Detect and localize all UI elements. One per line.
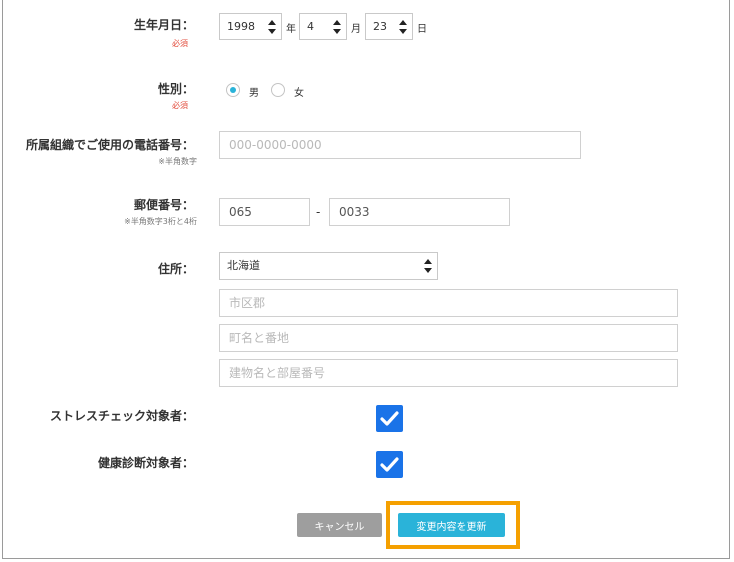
stress-check-label: ストレスチェック対象者： xyxy=(49,409,194,423)
address-label: 住所： xyxy=(157,262,194,276)
city-input[interactable] xyxy=(219,289,678,317)
birth-month-value: 4 xyxy=(307,20,314,33)
update-button[interactable]: 変更内容を更新 xyxy=(398,513,505,537)
gender-required: 必須 xyxy=(172,101,188,110)
birth-month-select[interactable]: 4 xyxy=(299,13,347,40)
postal-note: ※半角数字3桁と4桁 xyxy=(124,217,197,226)
phone-label: 所属組織でご使用の電話番号： xyxy=(25,138,194,152)
checkmark-icon xyxy=(380,457,399,472)
birthdate-label: 生年月日： xyxy=(133,18,194,32)
birth-day-value: 23 xyxy=(373,20,387,33)
month-unit: 月 xyxy=(351,24,361,35)
postal-code-part2-input[interactable] xyxy=(329,198,510,226)
select-arrows-icon xyxy=(399,20,407,34)
gender-radio-male[interactable] xyxy=(226,83,240,97)
birthdate-required: 必須 xyxy=(172,39,188,48)
gender-label-male: 男 xyxy=(249,88,259,99)
building-input[interactable] xyxy=(219,359,678,387)
checkmark-icon xyxy=(380,411,399,426)
postal-label: 郵便番号： xyxy=(133,198,194,212)
gender-label: 性別： xyxy=(157,82,194,96)
phone-input[interactable] xyxy=(219,131,581,159)
prefecture-value: 北海道 xyxy=(227,259,260,272)
year-unit: 年 xyxy=(286,24,296,35)
postal-code-part1-input[interactable] xyxy=(219,198,310,226)
select-arrows-icon xyxy=(333,20,341,34)
birth-year-value: 1998 xyxy=(227,20,255,33)
birth-year-select[interactable]: 1998 xyxy=(219,13,282,40)
phone-note: ※半角数字 xyxy=(158,157,197,166)
cancel-button[interactable]: キャンセル xyxy=(297,513,382,537)
select-arrows-icon xyxy=(268,20,276,34)
gender-label-female: 女 xyxy=(294,88,304,99)
select-arrows-icon xyxy=(424,259,432,273)
gender-radio-female[interactable] xyxy=(271,83,285,97)
street-input[interactable] xyxy=(219,324,678,352)
birth-day-select[interactable]: 23 xyxy=(365,13,413,40)
stress-check-checkbox[interactable] xyxy=(376,405,403,432)
prefecture-select[interactable]: 北海道 xyxy=(219,252,438,280)
day-unit: 日 xyxy=(417,24,427,35)
health-check-label: 健康診断対象者： xyxy=(97,456,194,470)
postal-separator: - xyxy=(316,205,321,219)
health-check-checkbox[interactable] xyxy=(376,451,403,478)
